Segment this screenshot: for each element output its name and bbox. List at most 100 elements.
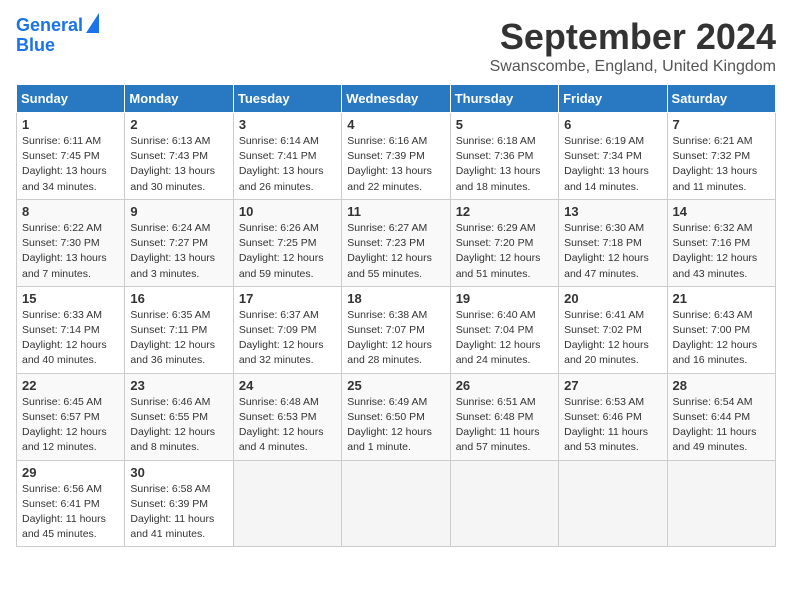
calendar-cell: 27 Sunrise: 6:53 AM Sunset: 6:46 PM Dayl… <box>559 373 667 460</box>
day-detail: Sunrise: 6:45 AM Sunset: 6:57 PM Dayligh… <box>22 395 119 456</box>
calendar-cell: 25 Sunrise: 6:49 AM Sunset: 6:50 PM Dayl… <box>342 373 450 460</box>
calendar-week-row: 22 Sunrise: 6:45 AM Sunset: 6:57 PM Dayl… <box>17 373 776 460</box>
col-header-friday: Friday <box>559 85 667 113</box>
day-detail: Sunrise: 6:30 AM Sunset: 7:18 PM Dayligh… <box>564 221 661 282</box>
day-detail: Sunrise: 6:24 AM Sunset: 7:27 PM Dayligh… <box>130 221 227 282</box>
month-title: September 2024 <box>490 16 776 58</box>
calendar-cell <box>342 460 450 547</box>
day-detail: Sunrise: 6:48 AM Sunset: 6:53 PM Dayligh… <box>239 395 336 456</box>
day-number: 14 <box>673 204 770 219</box>
calendar-cell: 19 Sunrise: 6:40 AM Sunset: 7:04 PM Dayl… <box>450 286 558 373</box>
day-number: 1 <box>22 117 119 132</box>
day-detail: Sunrise: 6:38 AM Sunset: 7:07 PM Dayligh… <box>347 308 444 369</box>
day-number: 9 <box>130 204 227 219</box>
calendar-cell <box>450 460 558 547</box>
col-header-wednesday: Wednesday <box>342 85 450 113</box>
calendar-cell: 23 Sunrise: 6:46 AM Sunset: 6:55 PM Dayl… <box>125 373 233 460</box>
day-detail: Sunrise: 6:37 AM Sunset: 7:09 PM Dayligh… <box>239 308 336 369</box>
day-detail: Sunrise: 6:13 AM Sunset: 7:43 PM Dayligh… <box>130 134 227 195</box>
day-number: 24 <box>239 378 336 393</box>
logo-text-line1: General <box>16 16 83 36</box>
day-number: 4 <box>347 117 444 132</box>
day-detail: Sunrise: 6:22 AM Sunset: 7:30 PM Dayligh… <box>22 221 119 282</box>
day-number: 12 <box>456 204 553 219</box>
calendar-cell: 1 Sunrise: 6:11 AM Sunset: 7:45 PM Dayli… <box>17 113 125 200</box>
logo-icon <box>86 13 99 33</box>
calendar-cell: 12 Sunrise: 6:29 AM Sunset: 7:20 PM Dayl… <box>450 199 558 286</box>
day-detail: Sunrise: 6:19 AM Sunset: 7:34 PM Dayligh… <box>564 134 661 195</box>
col-header-saturday: Saturday <box>667 85 775 113</box>
day-detail: Sunrise: 6:49 AM Sunset: 6:50 PM Dayligh… <box>347 395 444 456</box>
day-detail: Sunrise: 6:21 AM Sunset: 7:32 PM Dayligh… <box>673 134 770 195</box>
day-number: 30 <box>130 465 227 480</box>
day-detail: Sunrise: 6:46 AM Sunset: 6:55 PM Dayligh… <box>130 395 227 456</box>
calendar-cell: 28 Sunrise: 6:54 AM Sunset: 6:44 PM Dayl… <box>667 373 775 460</box>
calendar-cell: 30 Sunrise: 6:58 AM Sunset: 6:39 PM Dayl… <box>125 460 233 547</box>
day-number: 23 <box>130 378 227 393</box>
day-number: 19 <box>456 291 553 306</box>
day-number: 26 <box>456 378 553 393</box>
calendar-cell: 14 Sunrise: 6:32 AM Sunset: 7:16 PM Dayl… <box>667 199 775 286</box>
calendar-cell: 22 Sunrise: 6:45 AM Sunset: 6:57 PM Dayl… <box>17 373 125 460</box>
day-number: 17 <box>239 291 336 306</box>
calendar-cell: 6 Sunrise: 6:19 AM Sunset: 7:34 PM Dayli… <box>559 113 667 200</box>
location-subtitle: Swanscombe, England, United Kingdom <box>490 58 776 76</box>
calendar-week-row: 29 Sunrise: 6:56 AM Sunset: 6:41 PM Dayl… <box>17 460 776 547</box>
day-number: 25 <box>347 378 444 393</box>
calendar-cell: 3 Sunrise: 6:14 AM Sunset: 7:41 PM Dayli… <box>233 113 341 200</box>
day-number: 27 <box>564 378 661 393</box>
day-detail: Sunrise: 6:33 AM Sunset: 7:14 PM Dayligh… <box>22 308 119 369</box>
day-detail: Sunrise: 6:35 AM Sunset: 7:11 PM Dayligh… <box>130 308 227 369</box>
day-detail: Sunrise: 6:26 AM Sunset: 7:25 PM Dayligh… <box>239 221 336 282</box>
day-detail: Sunrise: 6:53 AM Sunset: 6:46 PM Dayligh… <box>564 395 661 456</box>
day-number: 2 <box>130 117 227 132</box>
day-detail: Sunrise: 6:51 AM Sunset: 6:48 PM Dayligh… <box>456 395 553 456</box>
calendar-week-row: 15 Sunrise: 6:33 AM Sunset: 7:14 PM Dayl… <box>17 286 776 373</box>
calendar-cell: 16 Sunrise: 6:35 AM Sunset: 7:11 PM Dayl… <box>125 286 233 373</box>
day-number: 5 <box>456 117 553 132</box>
calendar-cell: 17 Sunrise: 6:37 AM Sunset: 7:09 PM Dayl… <box>233 286 341 373</box>
day-number: 8 <box>22 204 119 219</box>
logo: General Blue <box>16 16 99 56</box>
calendar-cell: 10 Sunrise: 6:26 AM Sunset: 7:25 PM Dayl… <box>233 199 341 286</box>
calendar-cell: 21 Sunrise: 6:43 AM Sunset: 7:00 PM Dayl… <box>667 286 775 373</box>
day-detail: Sunrise: 6:14 AM Sunset: 7:41 PM Dayligh… <box>239 134 336 195</box>
calendar-cell: 26 Sunrise: 6:51 AM Sunset: 6:48 PM Dayl… <box>450 373 558 460</box>
calendar-cell: 29 Sunrise: 6:56 AM Sunset: 6:41 PM Dayl… <box>17 460 125 547</box>
calendar-cell: 24 Sunrise: 6:48 AM Sunset: 6:53 PM Dayl… <box>233 373 341 460</box>
day-number: 16 <box>130 291 227 306</box>
calendar-cell: 4 Sunrise: 6:16 AM Sunset: 7:39 PM Dayli… <box>342 113 450 200</box>
title-area: September 2024 Swanscombe, England, Unit… <box>490 16 776 76</box>
calendar-table: SundayMondayTuesdayWednesdayThursdayFrid… <box>16 84 776 547</box>
col-header-monday: Monday <box>125 85 233 113</box>
day-number: 3 <box>239 117 336 132</box>
day-number: 18 <box>347 291 444 306</box>
day-number: 7 <box>673 117 770 132</box>
logo-text-line2: Blue <box>16 36 55 56</box>
calendar-cell: 9 Sunrise: 6:24 AM Sunset: 7:27 PM Dayli… <box>125 199 233 286</box>
calendar-cell: 18 Sunrise: 6:38 AM Sunset: 7:07 PM Dayl… <box>342 286 450 373</box>
page-header: General Blue September 2024 Swanscombe, … <box>16 16 776 76</box>
day-number: 28 <box>673 378 770 393</box>
calendar-cell <box>559 460 667 547</box>
day-detail: Sunrise: 6:18 AM Sunset: 7:36 PM Dayligh… <box>456 134 553 195</box>
day-number: 15 <box>22 291 119 306</box>
calendar-cell: 13 Sunrise: 6:30 AM Sunset: 7:18 PM Dayl… <box>559 199 667 286</box>
col-header-thursday: Thursday <box>450 85 558 113</box>
day-number: 21 <box>673 291 770 306</box>
day-number: 10 <box>239 204 336 219</box>
calendar-header-row: SundayMondayTuesdayWednesdayThursdayFrid… <box>17 85 776 113</box>
day-number: 6 <box>564 117 661 132</box>
calendar-cell <box>233 460 341 547</box>
day-detail: Sunrise: 6:54 AM Sunset: 6:44 PM Dayligh… <box>673 395 770 456</box>
day-number: 20 <box>564 291 661 306</box>
calendar-cell: 8 Sunrise: 6:22 AM Sunset: 7:30 PM Dayli… <box>17 199 125 286</box>
calendar-cell: 7 Sunrise: 6:21 AM Sunset: 7:32 PM Dayli… <box>667 113 775 200</box>
day-number: 29 <box>22 465 119 480</box>
day-detail: Sunrise: 6:16 AM Sunset: 7:39 PM Dayligh… <box>347 134 444 195</box>
day-detail: Sunrise: 6:11 AM Sunset: 7:45 PM Dayligh… <box>22 134 119 195</box>
day-detail: Sunrise: 6:56 AM Sunset: 6:41 PM Dayligh… <box>22 482 119 543</box>
calendar-cell: 5 Sunrise: 6:18 AM Sunset: 7:36 PM Dayli… <box>450 113 558 200</box>
day-detail: Sunrise: 6:43 AM Sunset: 7:00 PM Dayligh… <box>673 308 770 369</box>
day-detail: Sunrise: 6:32 AM Sunset: 7:16 PM Dayligh… <box>673 221 770 282</box>
